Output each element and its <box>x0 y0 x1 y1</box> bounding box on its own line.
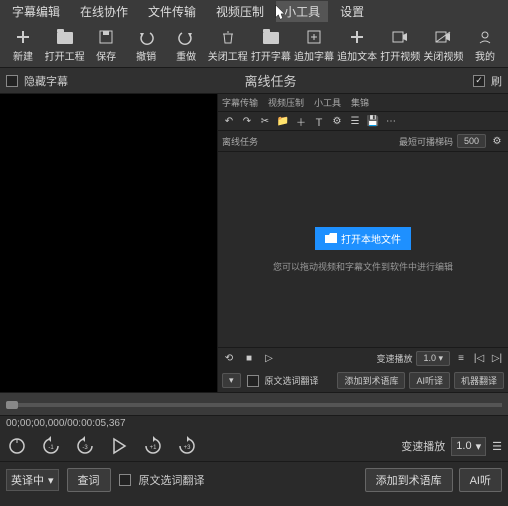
menu-5[interactable]: 设置 <box>332 1 372 22</box>
panel-src-checkbox[interactable] <box>247 375 259 387</box>
panel-term-button[interactable]: 添加到术语库 <box>337 372 405 389</box>
back-3-button[interactable]: -3 <box>74 435 96 457</box>
menu-0[interactable]: 字幕编辑 <box>4 1 68 22</box>
min-play-value[interactable]: 500 <box>457 134 486 148</box>
svg-text:-1: -1 <box>48 445 54 451</box>
offline-tab-0[interactable]: 字幕传输 <box>222 96 258 109</box>
menu-1[interactable]: 在线协作 <box>72 1 136 22</box>
panel-speed-label: 变速播放 <box>376 352 412 365</box>
ai-listen-button[interactable]: AI听 <box>459 468 502 492</box>
offline-tab-2[interactable]: 小工具 <box>314 96 341 109</box>
offline-tab-3[interactable]: 集锦 <box>351 96 369 109</box>
src-trans-checkbox[interactable] <box>119 474 131 486</box>
plus-box-icon <box>305 28 323 46</box>
play-icon[interactable]: ▷ <box>262 352 276 366</box>
offline-title: 离线任务 <box>244 71 296 90</box>
loop-button[interactable] <box>6 435 28 457</box>
tool-plus[interactable]: 新建 <box>4 26 42 65</box>
offline-tab-1[interactable]: 视频压制 <box>268 96 304 109</box>
tool-user[interactable]: 我的 <box>466 26 504 65</box>
prev-icon[interactable]: |◁ <box>472 352 486 366</box>
tool-folder-up[interactable]: 打开字幕 <box>250 26 291 65</box>
tool-folder[interactable]: 打开工程 <box>44 26 85 65</box>
redo-icon[interactable]: ↷ <box>240 114 254 128</box>
undo-icon <box>137 28 155 46</box>
video-off-icon <box>434 28 452 46</box>
panel-speed-select[interactable]: 1.0 ▾ <box>416 351 450 366</box>
tool-plus-box[interactable]: 追加字幕 <box>293 26 334 65</box>
plus-icon[interactable]: ＋ <box>294 114 308 128</box>
bookmark-icon[interactable]: ☰ <box>348 114 362 128</box>
stop-icon[interactable]: ■ <box>242 352 256 366</box>
tool-video[interactable]: 打开视频 <box>380 26 421 65</box>
cut-icon[interactable]: ✂ <box>258 114 272 128</box>
plus-icon <box>14 28 32 46</box>
add-term-button[interactable]: 添加到术语库 <box>365 468 453 492</box>
play-button[interactable] <box>108 435 130 457</box>
tool-undo[interactable]: 撤销 <box>127 26 165 65</box>
timeline-scrollbar[interactable] <box>0 392 508 416</box>
menu-4[interactable]: 小工具 <box>276 1 328 22</box>
panel-lang-select[interactable]: ▾ <box>222 373 241 388</box>
hide-subs-label: 隐藏字幕 <box>24 73 68 89</box>
svg-text:+1: +1 <box>150 445 158 451</box>
timecode: 00;00;00,000/00:00:05,367 <box>6 418 126 429</box>
folder-icon[interactable]: 📁 <box>276 114 290 128</box>
redo-icon <box>177 28 195 46</box>
video-preview[interactable] <box>0 94 218 392</box>
lang-select[interactable]: 英译中▾ <box>6 469 59 491</box>
min-play-label: 最短可播梯码 <box>399 135 453 148</box>
speed-label: 变速播放 <box>401 438 445 454</box>
panel-ai-button[interactable]: AI听译 <box>409 372 450 389</box>
tool-video-off[interactable]: 关闭视频 <box>423 26 464 65</box>
plus-icon <box>348 28 366 46</box>
next-icon[interactable]: ▷| <box>490 352 504 366</box>
offline-tab-label: 离线任务 <box>222 135 258 148</box>
tool-redo[interactable]: 重做 <box>167 26 205 65</box>
hide-subs-checkbox[interactable] <box>6 75 18 87</box>
right-label: 刷 <box>491 73 502 89</box>
tool-save[interactable]: 保存 <box>87 26 125 65</box>
menu-2[interactable]: 文件传输 <box>140 1 204 22</box>
back-1-button[interactable]: -1 <box>40 435 62 457</box>
tool-plus[interactable]: 追加文本 <box>337 26 378 65</box>
folder-up-icon <box>262 28 280 46</box>
text-icon[interactable]: Ｔ <box>312 114 326 128</box>
list-icon[interactable]: ≡ <box>454 352 468 366</box>
drop-hint: 您可以拖动视频和字幕文件到软件中进行编辑 <box>273 260 453 273</box>
save-icon[interactable]: 💾 <box>366 114 380 128</box>
tool-trash[interactable]: 关闭工程 <box>207 26 248 65</box>
src-trans-label: 原文选词翻译 <box>139 472 205 488</box>
open-local-file-button[interactable]: 打开本地文件 <box>315 227 411 250</box>
panel-mt-button[interactable]: 机器翻译 <box>454 372 504 389</box>
video-icon <box>391 28 409 46</box>
search-button[interactable]: 查词 <box>67 468 111 492</box>
fwd-3-button[interactable]: +3 <box>176 435 198 457</box>
user-icon <box>476 28 494 46</box>
svg-text:-3: -3 <box>82 445 88 451</box>
menu-3[interactable]: 视频压制 <box>208 1 272 22</box>
right-checkbox[interactable] <box>473 75 485 87</box>
hamburger-icon[interactable]: ☰ <box>492 440 502 453</box>
offline-panel: 字幕传输视频压制小工具集锦 ↶ ↷ ✂ 📁 ＋ Ｔ ⚙ ☰ 💾 ⋯ 离线任务 最… <box>218 94 508 392</box>
fwd-1-button[interactable]: +1 <box>142 435 164 457</box>
settings-small-icon[interactable]: ⚙ <box>490 134 504 148</box>
save-icon <box>97 28 115 46</box>
folder-icon <box>56 28 74 46</box>
panel-src-label: 原文选词翻译 <box>265 374 319 387</box>
settings-icon[interactable]: ⚙ <box>330 114 344 128</box>
undo-icon[interactable]: ↶ <box>222 114 236 128</box>
svg-text:+3: +3 <box>184 445 192 451</box>
more-icon[interactable]: ⋯ <box>384 114 398 128</box>
speed-select[interactable]: 1.0▾ <box>451 437 486 456</box>
loop-icon[interactable]: ⟲ <box>222 352 236 366</box>
trash-icon <box>219 28 237 46</box>
